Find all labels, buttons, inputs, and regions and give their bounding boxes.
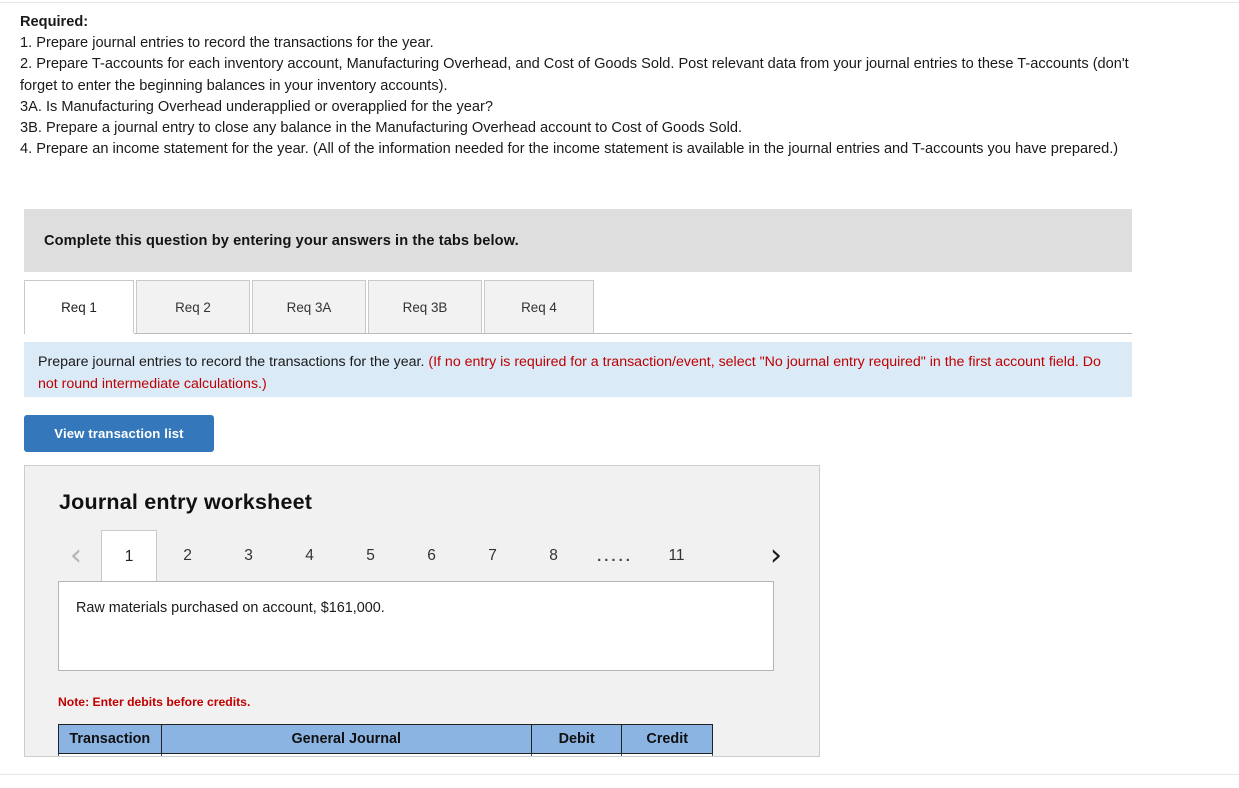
required-item-4: 4. Prepare an income statement for the y…	[20, 141, 1119, 158]
required-heading: Required:	[20, 14, 89, 30]
pager-page-1[interactable]: 1	[101, 530, 157, 582]
tabs-underline	[24, 333, 1132, 334]
complete-question-text: Complete this question by entering your …	[44, 232, 519, 249]
cell-debit[interactable]	[530, 753, 623, 756]
pager-page-7[interactable]: 7	[462, 530, 523, 582]
column-header-debit: Debit	[530, 724, 623, 754]
required-item-2: 2. Prepare T-accounts for each inventory…	[20, 56, 1129, 94]
tab-req-4[interactable]: Req 4	[484, 280, 594, 334]
transaction-description-text: Raw materials purchased on account, $161…	[76, 600, 385, 616]
cell-transaction[interactable]	[58, 753, 162, 756]
active-tab-merge	[25, 333, 134, 335]
instruction-panel: Prepare journal entries to record the tr…	[24, 342, 1132, 397]
journal-entry-worksheet-panel: Journal entry worksheet ‹ 1 2 3 4 5 6 7 …	[24, 465, 820, 757]
table-header-row: Transaction General Journal Debit Credit	[58, 724, 713, 754]
tab-req-1[interactable]: Req 1	[24, 280, 134, 334]
pager-page-2[interactable]: 2	[157, 530, 218, 582]
required-item-3b: 3B. Prepare a journal entry to close any…	[20, 120, 743, 137]
debits-before-credits-note: Note: Enter debits before credits.	[58, 695, 251, 709]
required-block: Required: 1. Prepare journal entries to …	[20, 12, 1145, 160]
bottom-divider	[0, 774, 1239, 775]
worksheet-pager: ‹ 1 2 3 4 5 6 7 8 ..... 11 ›	[51, 530, 796, 582]
tab-req-3b-label: Req 3B	[402, 299, 448, 315]
cell-credit[interactable]	[621, 753, 713, 756]
column-header-general-journal: General Journal	[160, 724, 532, 754]
page-root: Required: 1. Prepare journal entries to …	[0, 0, 1239, 788]
instruction-main-text: Prepare journal entries to record the tr…	[38, 354, 425, 370]
pager-page-6[interactable]: 6	[401, 530, 462, 582]
tab-req-3b[interactable]: Req 3B	[368, 280, 482, 334]
pager-ellipsis: .....	[597, 548, 633, 565]
tab-req-3a-label: Req 3A	[286, 299, 332, 315]
required-item-1: 1. Prepare journal entries to record the…	[20, 35, 434, 52]
tab-req-2[interactable]: Req 2	[136, 280, 250, 334]
column-header-credit: Credit	[621, 724, 713, 754]
pager-page-3[interactable]: 3	[218, 530, 279, 582]
pager-page-4[interactable]: 4	[279, 530, 340, 582]
pager-page-list: 1 2 3 4 5 6 7 8 ..... 11	[101, 530, 707, 582]
pager-page-5[interactable]: 5	[340, 530, 401, 582]
required-item-3a: 3A. Is Manufacturing Overhead underappli…	[20, 98, 493, 115]
table-row[interactable]	[58, 753, 713, 756]
tab-req-1-label: Req 1	[61, 299, 97, 315]
tab-req-2-label: Req 2	[175, 299, 211, 315]
requirement-tabs: Req 1 Req 2 Req 3A Req 3B Req 4	[24, 280, 1132, 334]
journal-entry-table: Transaction General Journal Debit Credit	[58, 724, 713, 756]
pager-page-8[interactable]: 8	[523, 530, 584, 582]
tab-req-4-label: Req 4	[521, 299, 557, 315]
tab-req-3a[interactable]: Req 3A	[252, 280, 366, 334]
pager-page-11[interactable]: 11	[646, 530, 707, 582]
chevron-right-icon[interactable]: ›	[759, 538, 793, 573]
complete-question-banner: Complete this question by entering your …	[24, 209, 1132, 272]
top-divider	[0, 2, 1239, 3]
transaction-description-box: Raw materials purchased on account, $161…	[58, 581, 774, 671]
chevron-left-icon[interactable]: ‹	[59, 538, 93, 573]
view-transaction-list-button[interactable]: View transaction list	[24, 415, 214, 452]
worksheet-title: Journal entry worksheet	[59, 490, 313, 514]
column-header-transaction: Transaction	[58, 724, 162, 754]
cell-general-journal[interactable]	[160, 753, 532, 756]
